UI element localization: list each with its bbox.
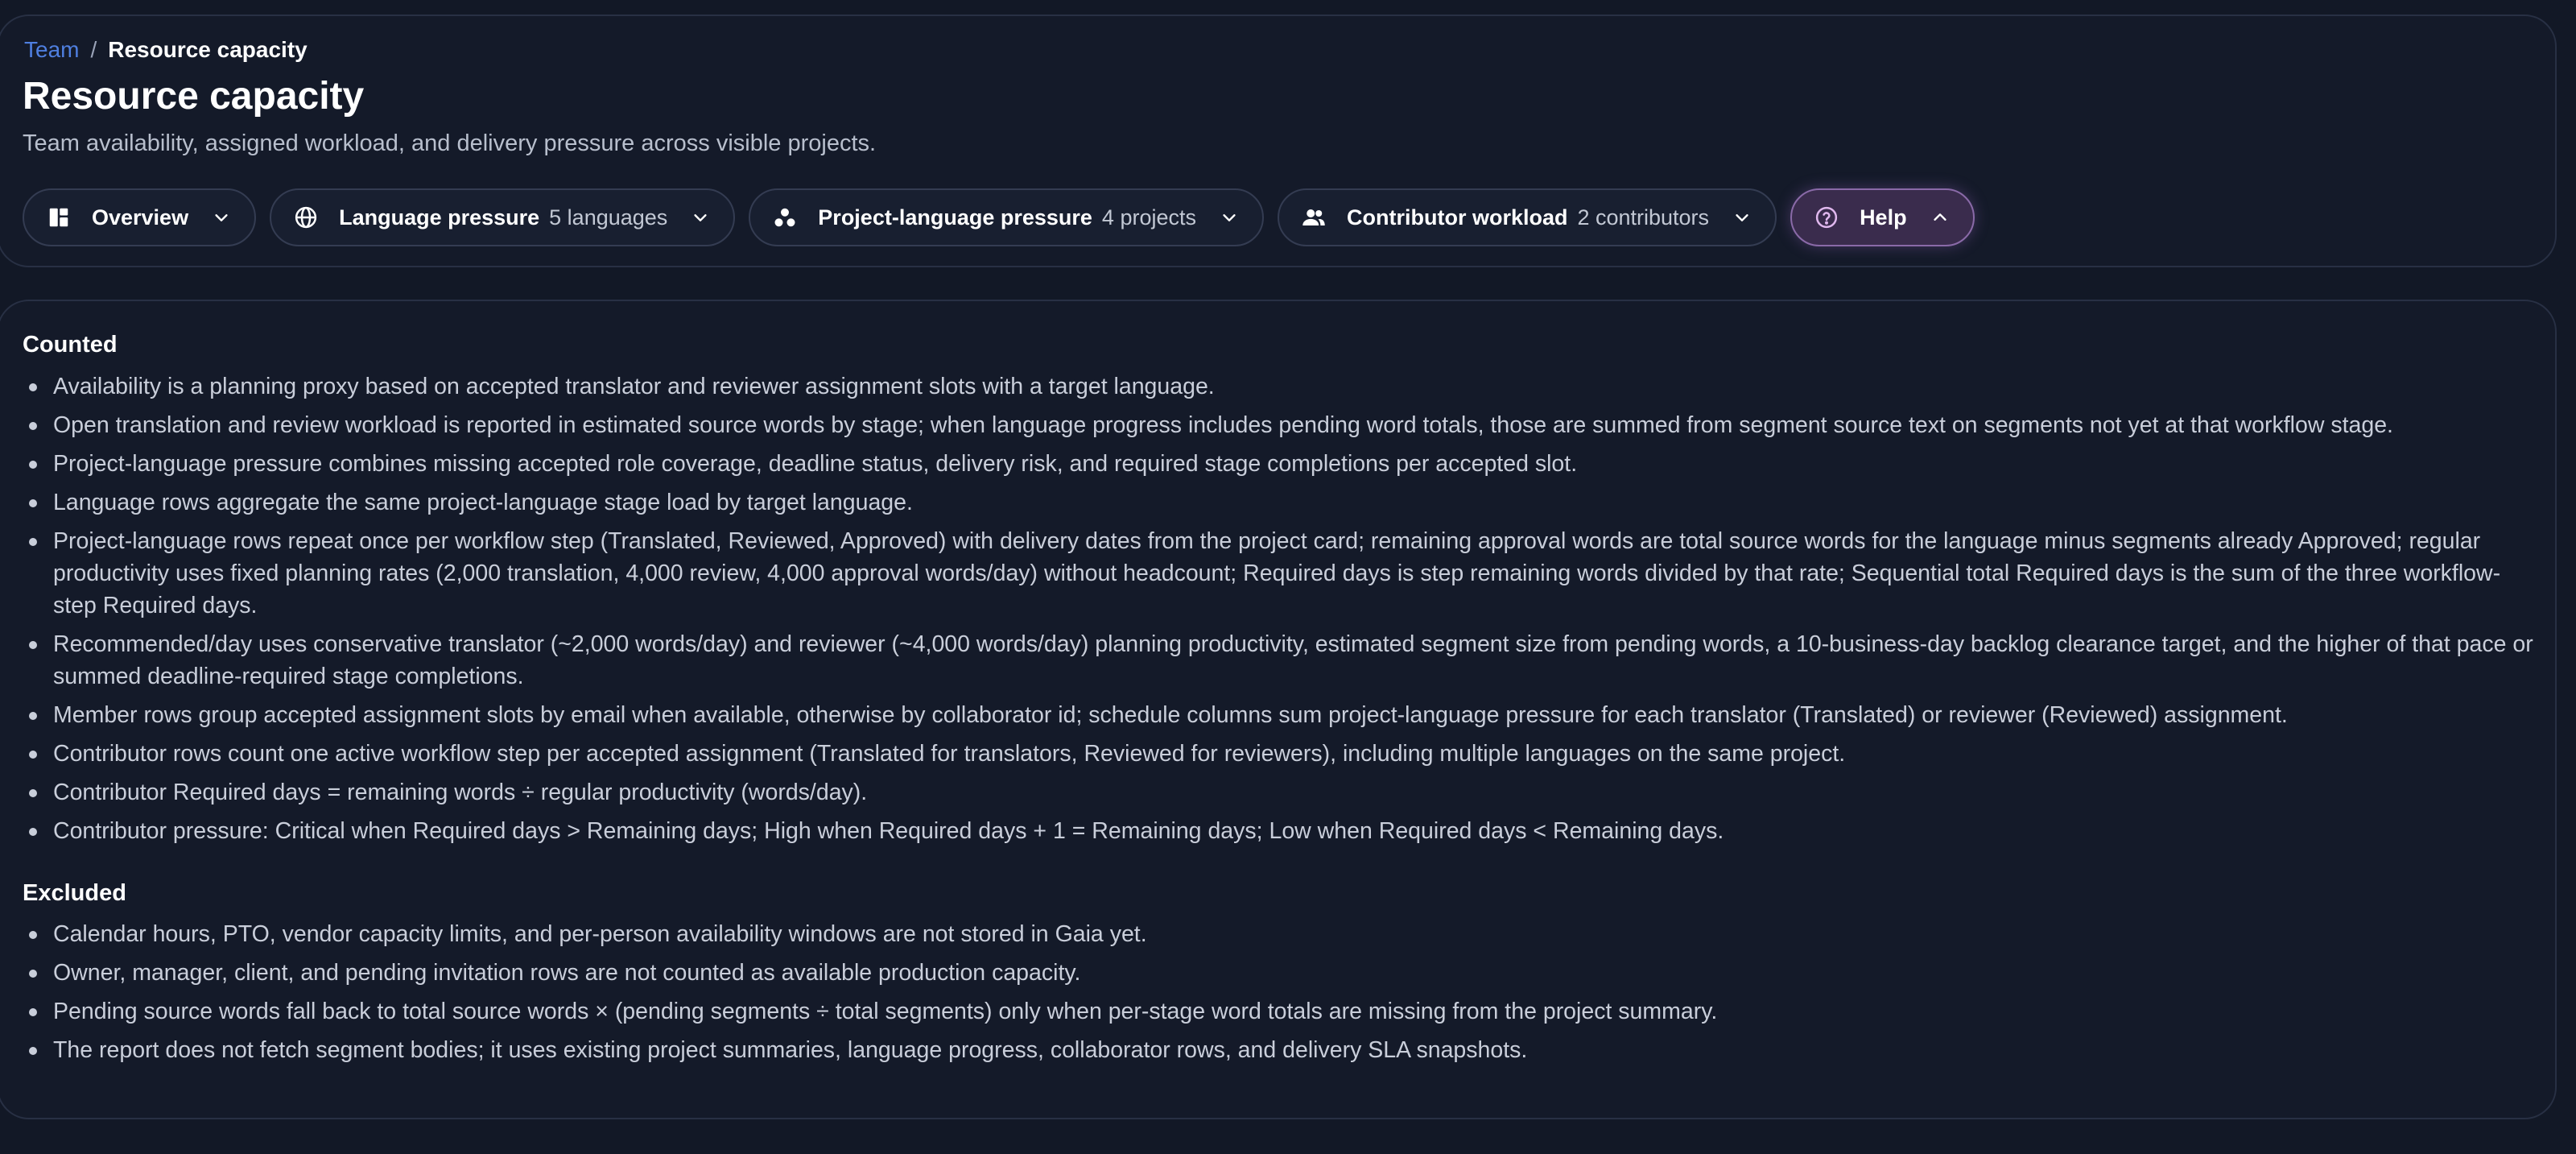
- help-button[interactable]: Help: [1790, 188, 1975, 246]
- list-item: Contributor rows count one active workfl…: [23, 738, 2534, 770]
- view-toolbar: Overview Language pressure 5 languages P…: [23, 188, 1975, 246]
- list-item: Recommended/day uses conservative transl…: [23, 628, 2534, 693]
- dashboard-icon: [47, 205, 71, 230]
- contributor-workload-button[interactable]: Contributor workload 2 contributors: [1277, 188, 1777, 246]
- list-item: Project-language rows repeat once per wo…: [23, 525, 2534, 622]
- list-item: Language rows aggregate the same project…: [23, 486, 2534, 519]
- language-pressure-count: 5 languages: [549, 205, 668, 230]
- project-language-pressure-count: 4 projects: [1101, 205, 1196, 230]
- project-language-pressure-label: Project-language pressure: [818, 205, 1092, 230]
- globe-icon: [294, 205, 318, 230]
- people-icon: [1302, 205, 1326, 230]
- chevron-down-icon: [691, 209, 709, 226]
- chevron-up-icon: [1931, 209, 1949, 226]
- group-dots-icon: [773, 205, 797, 230]
- list-item: The report does not fetch segment bodies…: [23, 1034, 2534, 1066]
- list-item: Owner, manager, client, and pending invi…: [23, 957, 2534, 989]
- contributor-workload-count: 2 contributors: [1577, 205, 1710, 230]
- list-item: Open translation and review workload is …: [23, 409, 2534, 441]
- help-circle-icon: [1814, 205, 1839, 230]
- overview-label: Overview: [92, 205, 189, 230]
- list-item: Contributor Required days = remaining wo…: [23, 776, 2534, 809]
- excluded-heading: Excluded: [23, 880, 126, 906]
- breadcrumb: Team / Resource capacity: [24, 37, 308, 63]
- breadcrumb-separator: /: [90, 37, 97, 62]
- overview-button[interactable]: Overview: [23, 188, 257, 246]
- page-title: Resource capacity: [23, 75, 365, 118]
- breadcrumb-current: Resource capacity: [108, 37, 308, 62]
- breadcrumb-link-team[interactable]: Team: [24, 37, 79, 63]
- chevron-down-icon: [213, 209, 230, 226]
- contributor-workload-label: Contributor workload: [1346, 205, 1568, 230]
- counted-list: Availability is a planning proxy based o…: [23, 370, 2534, 854]
- list-item: Member rows group accepted assignment sl…: [23, 699, 2534, 731]
- help-label: Help: [1860, 205, 1907, 230]
- language-pressure-button[interactable]: Language pressure 5 languages: [270, 188, 736, 246]
- language-pressure-label: Language pressure: [339, 205, 540, 230]
- chevron-down-icon: [1733, 209, 1751, 226]
- page-subtitle: Team availability, assigned workload, an…: [23, 130, 877, 156]
- chevron-down-icon: [1220, 209, 1238, 226]
- counted-heading: Counted: [23, 332, 118, 358]
- list-item: Pending source words fall back to total …: [23, 995, 2534, 1028]
- list-item: Project-language pressure combines missi…: [23, 448, 2534, 480]
- list-item: Availability is a planning proxy based o…: [23, 370, 2534, 403]
- project-language-pressure-button[interactable]: Project-language pressure 4 projects: [749, 188, 1264, 246]
- list-item: Calendar hours, PTO, vendor capacity lim…: [23, 918, 2534, 950]
- list-item: Contributor pressure: Critical when Requ…: [23, 815, 2534, 847]
- excluded-list: Calendar hours, PTO, vendor capacity lim…: [23, 918, 2534, 1073]
